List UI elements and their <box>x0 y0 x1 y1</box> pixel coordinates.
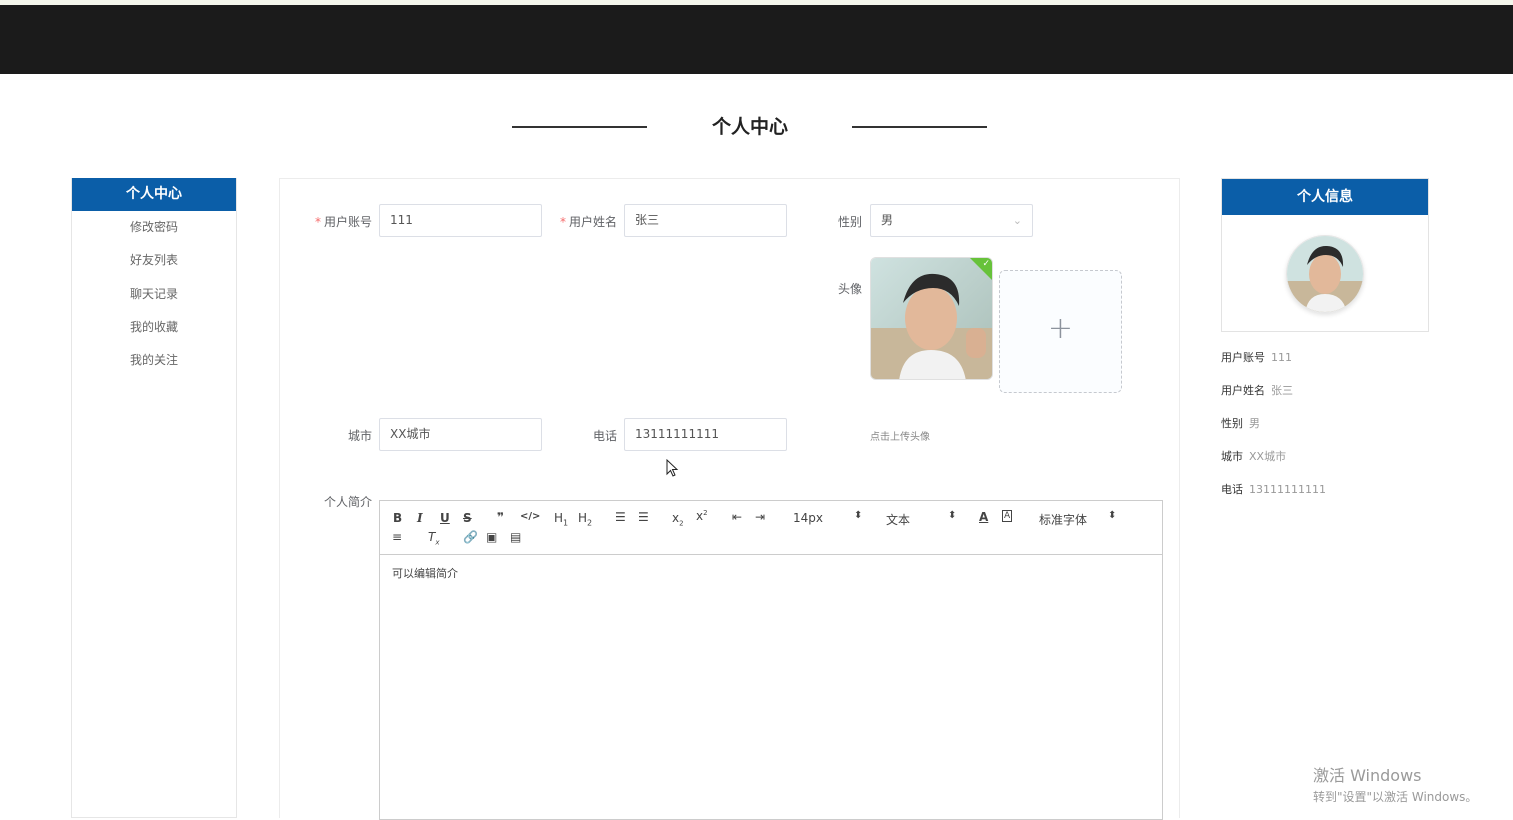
info-row-account: 用户账号 111 <box>1221 351 1292 364</box>
chevron-down-icon: ⌄ <box>1012 214 1022 227</box>
upload-hint-text: 点击上传头像 <box>870 432 930 443</box>
superscript-icon[interactable]: x2 <box>696 509 708 523</box>
avatar-label: 头像 <box>837 282 862 296</box>
phone-label: 电话 <box>592 429 617 443</box>
check-icon: ✓ <box>982 259 990 269</box>
phone-input[interactable]: 13111111111 <box>624 418 787 451</box>
info-row-gender: 性别男 <box>1221 417 1260 430</box>
watermark-line1: 激活 Windows <box>1313 766 1422 785</box>
font-size-select[interactable]: 14px <box>793 511 823 525</box>
italic-icon[interactable]: I <box>417 511 423 525</box>
city-input[interactable]: XX城市 <box>379 418 542 451</box>
avatar-upload-button[interactable]: + <box>999 270 1122 393</box>
header2-icon[interactable]: H2 <box>578 511 592 527</box>
info-card: 个人信息 <box>1221 178 1429 332</box>
title-divider-left <box>512 126 647 128</box>
header-select-arrows-icon: ⬍ <box>948 510 957 521</box>
underline-icon[interactable]: U <box>440 511 450 525</box>
bullet-list-icon[interactable]: ☰ <box>638 510 649 524</box>
text-color-icon[interactable]: A <box>979 510 988 524</box>
upload-success-badge: ✓ <box>970 258 992 280</box>
blockquote-icon[interactable]: ❞ <box>497 510 504 524</box>
left-menu-header[interactable]: 个人中心 <box>72 178 236 211</box>
font-family-select[interactable]: 标准字体 <box>1039 511 1087 528</box>
gender-select-value: 男 <box>881 213 894 227</box>
info-row-phone: 电话 13111111111 <box>1221 483 1326 496</box>
info-row-name: 用户姓名 张三 <box>1221 384 1293 397</box>
editor-content[interactable]: 可以编辑简介 <box>380 555 1162 591</box>
avatar-preview[interactable]: ✓ <box>870 257 993 380</box>
plus-icon: + <box>1047 311 1074 346</box>
header-select[interactable]: 文本 <box>886 511 910 528</box>
bold-icon[interactable]: B <box>393 511 402 525</box>
link-icon[interactable]: 🔗 <box>463 530 478 544</box>
name-input[interactable]: 张三 <box>624 204 787 237</box>
subscript-icon[interactable]: x2 <box>672 511 684 527</box>
page-title-area: 个人中心 <box>0 110 1513 142</box>
top-nav-bar <box>0 0 1513 74</box>
page-title: 个人中心 <box>711 116 788 138</box>
ordered-list-icon[interactable]: ☰ <box>615 510 626 524</box>
bio-label: 个人简介 <box>323 495 372 509</box>
menu-item-following[interactable]: 我的关注 <box>72 344 236 377</box>
mouse-cursor-icon <box>666 459 679 477</box>
info-avatar-image <box>1287 236 1363 312</box>
menu-item-friend-list[interactable]: 好友列表 <box>72 244 236 277</box>
header1-icon[interactable]: H1 <box>554 511 568 527</box>
info-card-header: 个人信息 <box>1222 179 1428 215</box>
menu-item-chat-history[interactable]: 聊天记录 <box>72 278 236 311</box>
profile-form: * 用户账号 111 * 用户姓名 张三 性别 男 ⌄ 头像 ✓ + 城市 XX城市… <box>279 178 1180 820</box>
windows-activation-watermark: 激活 Windows 转到"设置"以激活 Windows。 <box>1313 762 1477 805</box>
account-input[interactable]: 111 <box>379 204 542 237</box>
left-menu: 个人中心 修改密码 好友列表 聊天记录 我的收藏 我的关注 <box>71 178 237 818</box>
align-icon[interactable]: ≡ <box>392 530 402 544</box>
gender-select[interactable]: 男 ⌄ <box>870 204 1033 237</box>
image-icon[interactable]: ▣ <box>486 530 497 544</box>
top-highlight-strip <box>0 0 1513 5</box>
name-label: * 用户姓名 <box>559 215 617 229</box>
city-label: 城市 <box>347 429 372 443</box>
watermark-line2: 转到"设置"以激活 Windows。 <box>1313 790 1478 804</box>
font-family-select-arrows-icon: ⬍ <box>1108 510 1117 521</box>
background-color-icon[interactable]: A <box>1002 510 1013 522</box>
outdent-icon[interactable]: ⇤ <box>732 510 742 524</box>
avatar <box>1286 235 1364 313</box>
indent-icon[interactable]: ⇥ <box>755 510 765 524</box>
video-icon[interactable]: ▤ <box>510 530 521 544</box>
strikethrough-icon[interactable]: S <box>463 511 472 525</box>
menu-item-favorites[interactable]: 我的收藏 <box>72 311 236 344</box>
account-label: * 用户账号 <box>314 215 372 229</box>
title-divider-right <box>852 126 987 128</box>
rich-text-editor: B I U S ❞ </> H1 H2 ☰ ☰ x2 x2 ⇤ ⇥ 14px ⬍… <box>379 500 1163 820</box>
info-row-city: 城市 XX城市 <box>1221 450 1287 463</box>
gender-label: 性别 <box>837 215 862 229</box>
code-block-icon[interactable]: </> <box>520 511 540 522</box>
font-size-select-arrows-icon: ⬍ <box>854 510 863 521</box>
editor-toolbar: B I U S ❞ </> H1 H2 ☰ ☰ x2 x2 ⇤ ⇥ 14px ⬍… <box>380 501 1162 555</box>
clear-format-icon[interactable]: Tx <box>428 530 440 546</box>
menu-item-change-password[interactable]: 修改密码 <box>72 211 236 244</box>
